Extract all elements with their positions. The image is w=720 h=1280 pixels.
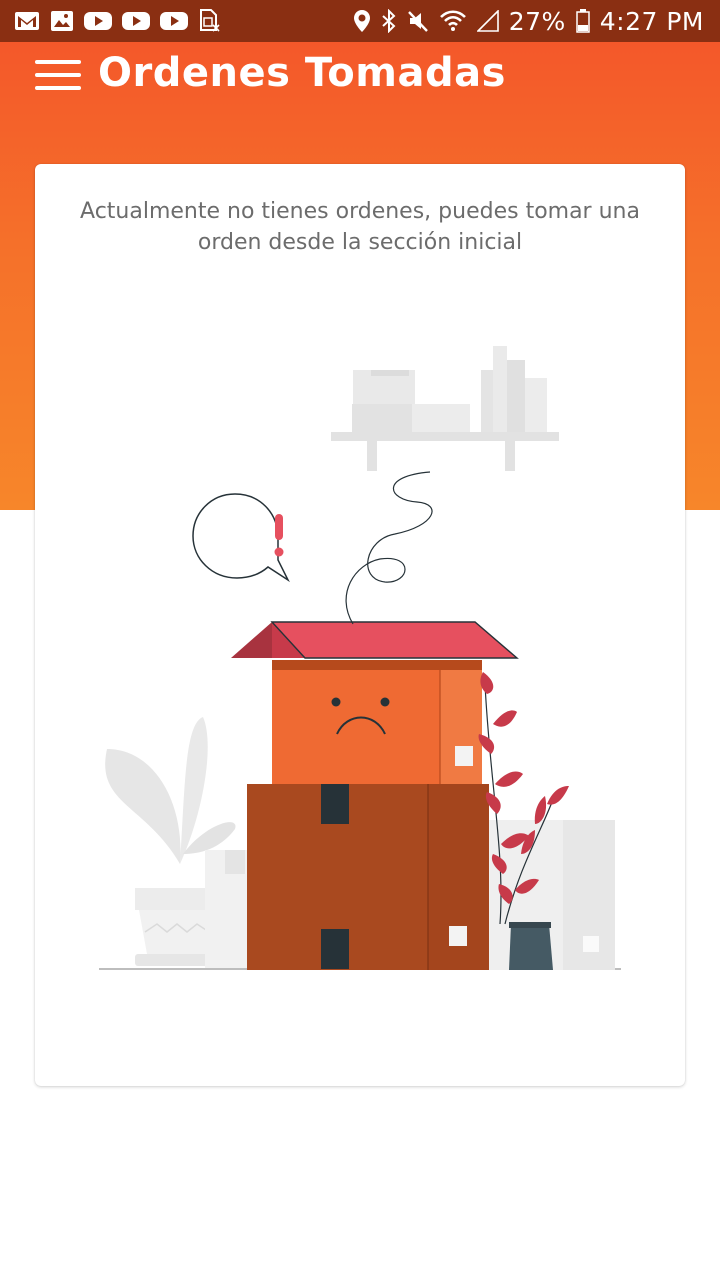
- sad-boxes-illustration: [99, 346, 621, 970]
- notification-icons: [14, 9, 220, 33]
- mute-icon: [407, 9, 429, 33]
- hamburger-menu-icon[interactable]: [34, 58, 82, 92]
- menu-bar-line: [35, 73, 81, 77]
- page-title: Ordenes Tomadas: [98, 50, 506, 96]
- sim-card-icon: [198, 9, 220, 33]
- gmail-icon: [14, 10, 40, 32]
- signal-icon: [476, 10, 499, 32]
- youtube-icon: [122, 11, 150, 31]
- swirl-line: [345, 471, 433, 625]
- top-box-sad-face: [231, 621, 519, 784]
- shelf-illustration: [331, 346, 559, 471]
- empty-state-card: Actualmente no tienes ordenes, puedes to…: [35, 164, 685, 1086]
- exclamation-bubble-icon: [192, 493, 290, 583]
- clock: 4:27 PM: [599, 6, 704, 36]
- battery-icon: [576, 9, 590, 33]
- app-bar: Ordenes Tomadas: [0, 42, 720, 114]
- gray-plant-illustration: [105, 717, 249, 968]
- youtube-icon: [160, 11, 188, 31]
- youtube-icon: [84, 11, 112, 31]
- wifi-icon: [439, 10, 467, 32]
- system-icons: 27% 4:27 PM: [353, 7, 704, 36]
- menu-bar-line: [35, 60, 81, 64]
- gallery-icon: [50, 10, 74, 32]
- menu-bar-line: [35, 86, 81, 90]
- battery-percent: 27%: [508, 6, 566, 36]
- status-bar: 27% 4:27 PM: [0, 0, 720, 42]
- bottom-box: [247, 784, 489, 970]
- bluetooth-icon: [381, 9, 397, 33]
- location-icon: [353, 9, 371, 33]
